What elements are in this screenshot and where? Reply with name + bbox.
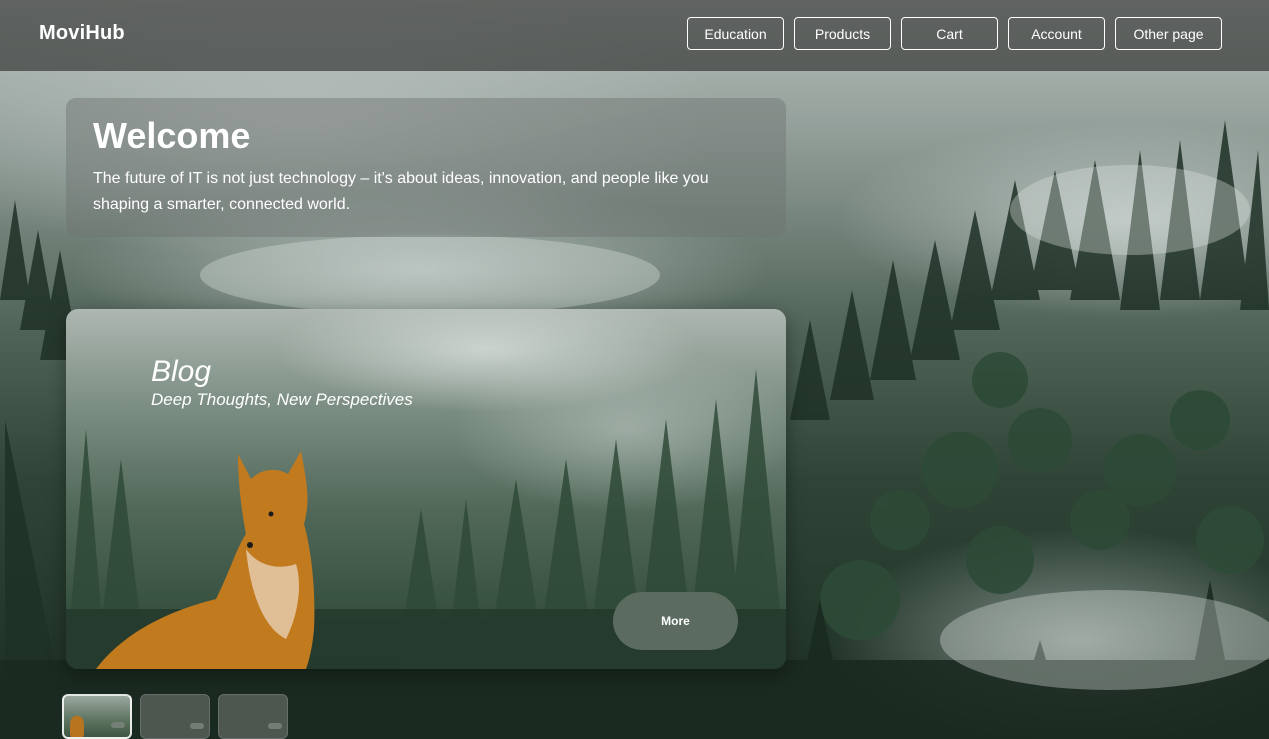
welcome-text: The future of IT is not just technology …: [93, 170, 709, 213]
navbar: MoviHub Education Products Cart Account …: [0, 0, 1269, 71]
mini-more-button: [190, 723, 204, 729]
brand-logo[interactable]: MoviHub: [39, 22, 125, 45]
blog-card: Blog Deep Thoughts, New Perspectives Mor…: [66, 309, 786, 669]
carousel-thumbnails: [62, 694, 288, 739]
welcome-title: Welcome: [93, 115, 251, 156]
mini-more-button: [111, 722, 125, 728]
carousel-thumb-3[interactable]: [218, 694, 288, 739]
nav-account-button[interactable]: Account: [1008, 17, 1105, 50]
welcome-panel: Welcome The future of IT is not just tec…: [66, 98, 786, 237]
nav-other-page-button[interactable]: Other page: [1115, 17, 1222, 50]
mini-more-button: [268, 723, 282, 729]
nav-education-button[interactable]: Education: [687, 17, 784, 50]
nav-products-button[interactable]: Products: [794, 17, 891, 50]
nav-cart-button[interactable]: Cart: [901, 17, 998, 50]
fox-thumb-icon: [70, 716, 84, 737]
page: MoviHub Education Products Cart Account …: [0, 0, 1269, 739]
blog-title: Blog: [151, 355, 212, 388]
more-button[interactable]: More: [613, 592, 738, 650]
carousel-thumb-1[interactable]: [62, 694, 132, 739]
nav-links: Education Products Cart Account Other pa…: [687, 17, 1222, 50]
blog-subtitle: Deep Thoughts, New Perspectives: [151, 390, 413, 409]
carousel-thumb-2[interactable]: [140, 694, 210, 739]
